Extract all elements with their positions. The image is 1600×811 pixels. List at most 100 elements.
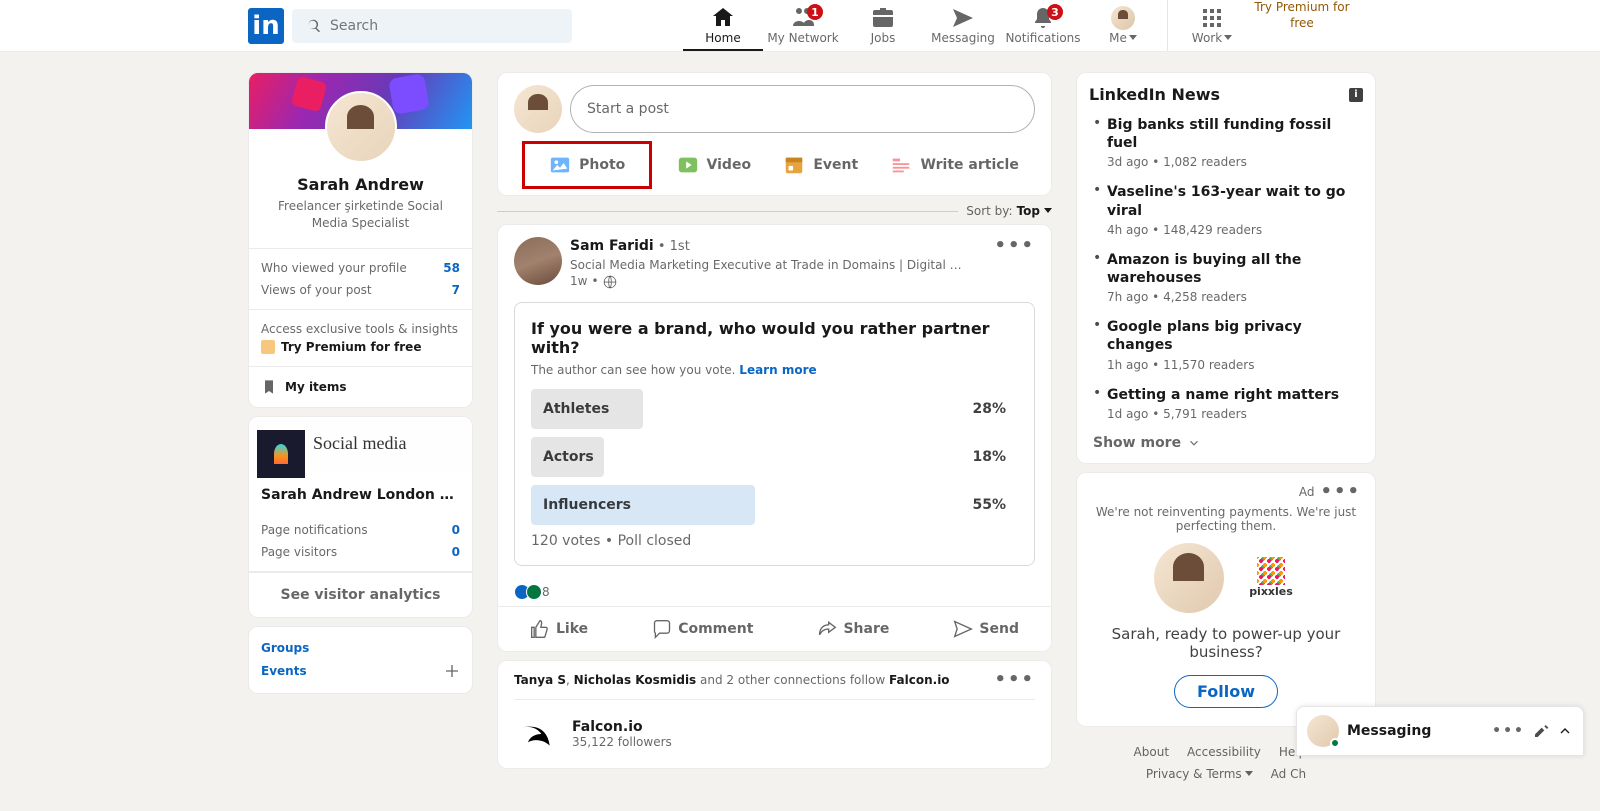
- profile-name[interactable]: Sarah Andrew: [261, 175, 460, 194]
- nav-network[interactable]: 1 My Network: [763, 0, 843, 51]
- news-item[interactable]: Amazon is buying all the warehouses7h ag…: [1089, 247, 1363, 314]
- bookmark-icon: [261, 379, 277, 395]
- news-item[interactable]: Google plans big privacy changes1h ago •…: [1089, 314, 1363, 381]
- send-button[interactable]: Send: [945, 609, 1027, 649]
- dock-avatar: [1307, 715, 1339, 747]
- page-visitors[interactable]: Page visitors0: [249, 541, 472, 563]
- page-cover-text: Social media: [313, 433, 406, 454]
- chevron-up-icon[interactable]: [1557, 723, 1573, 739]
- comment-icon: [652, 619, 672, 639]
- page-card: Social media Sarah Andrew London So... P…: [248, 416, 473, 618]
- composer-video-button[interactable]: Video: [669, 141, 760, 189]
- poll-option[interactable]: Actors18%: [531, 437, 1018, 477]
- my-items-link[interactable]: My items: [249, 367, 472, 407]
- post-menu[interactable]: •••: [994, 237, 1035, 290]
- poll-option[interactable]: Influencers55%: [531, 485, 1018, 525]
- composer-event-button[interactable]: Event: [775, 141, 866, 189]
- home-icon: [711, 6, 735, 30]
- composer-article-button[interactable]: Write article: [882, 141, 1026, 189]
- calendar-icon: [783, 154, 805, 176]
- chevron-down-icon: [1245, 771, 1253, 780]
- composer-avatar[interactable]: [514, 85, 562, 133]
- linkedin-logo[interactable]: in: [248, 8, 284, 44]
- ad-brand-logo: pixxles: [1244, 550, 1299, 605]
- nav-me[interactable]: Me: [1083, 0, 1163, 51]
- start-post-button[interactable]: Start a post: [570, 85, 1035, 133]
- post2-menu[interactable]: •••: [994, 671, 1035, 689]
- falcon-logo[interactable]: [514, 710, 562, 758]
- primary-nav: Home 1 My Network Jobs Messaging 3 Notif…: [683, 0, 1352, 51]
- nav-notifications[interactable]: 3 Notifications: [1003, 0, 1083, 51]
- send-icon: [953, 619, 973, 639]
- nav-work[interactable]: Work: [1172, 0, 1252, 51]
- news-list: Big banks still funding fossil fuel3d ag…: [1089, 112, 1363, 431]
- search-input[interactable]: [292, 9, 572, 43]
- composer-photo-button[interactable]: Photo: [522, 141, 652, 189]
- nav-home[interactable]: Home: [683, 0, 763, 51]
- messaging-dock[interactable]: Messaging •••: [1296, 706, 1584, 756]
- sort-dropdown[interactable]: Top: [1017, 204, 1052, 218]
- globe-icon: [603, 275, 617, 289]
- nav-messaging[interactable]: Messaging: [923, 0, 1003, 51]
- feed-post: Sam Faridi • 1st Social Media Marketing …: [497, 224, 1052, 652]
- poll-footer: 120 votes • Poll closed: [531, 533, 1018, 549]
- nav-jobs[interactable]: Jobs: [843, 0, 923, 51]
- chevron-down-icon: [1044, 208, 1052, 217]
- news-item[interactable]: Getting a name right matters1d ago • 5,7…: [1089, 382, 1363, 431]
- premium-link[interactable]: Try Premium for free: [1252, 0, 1352, 51]
- notifications-badge: 3: [1047, 4, 1063, 20]
- ad-label: Ad: [1299, 485, 1315, 499]
- ad-tagline: We're not reinventing payments. We're ju…: [1091, 505, 1361, 533]
- plus-icon[interactable]: [444, 663, 460, 679]
- profile-subtitle: Freelancer şirketinde Social Media Speci…: [261, 198, 460, 232]
- send-icon: [951, 6, 975, 30]
- news-card: LinkedIn News i Big banks still funding …: [1076, 72, 1376, 464]
- page-cover: Social media: [249, 417, 472, 471]
- ad-user-avatar: [1154, 543, 1224, 613]
- ad-follow-button[interactable]: Follow: [1174, 675, 1278, 708]
- news-title: LinkedIn News: [1089, 85, 1220, 104]
- page-notifications[interactable]: Page notifications0: [249, 519, 472, 541]
- footer-adchoices[interactable]: Ad Ch: [1271, 767, 1306, 781]
- search-icon: [306, 18, 322, 34]
- post-time: 1w •: [570, 273, 986, 290]
- footer-privacy[interactable]: Privacy & Terms: [1146, 767, 1253, 781]
- discover-events[interactable]: Events: [261, 659, 460, 683]
- premium-icon: [261, 340, 275, 354]
- chevron-down-icon: [1129, 35, 1137, 44]
- reactions[interactable]: 8: [514, 578, 1035, 606]
- feed-sort: Sort by: Top: [497, 204, 1052, 218]
- post2-name[interactable]: Falcon.io: [572, 719, 672, 735]
- footer-accessibility[interactable]: Accessibility: [1187, 745, 1261, 759]
- stat-profile-views[interactable]: Who viewed your profile58: [249, 257, 472, 279]
- ad-menu[interactable]: •••: [1320, 483, 1361, 501]
- post-author-avatar[interactable]: [514, 237, 562, 285]
- post-actions: Like Comment Share Send: [498, 606, 1051, 651]
- footer-about[interactable]: About: [1134, 745, 1169, 759]
- poll-question: If you were a brand, who would you rathe…: [531, 319, 1018, 357]
- share-button[interactable]: Share: [809, 609, 897, 649]
- poll-learn-more[interactable]: Learn more: [739, 363, 816, 377]
- premium-upsell[interactable]: Access exclusive tools & insights Try Pr…: [249, 310, 472, 367]
- dock-menu[interactable]: •••: [1492, 724, 1525, 738]
- dock-title: Messaging: [1347, 723, 1484, 739]
- like-button[interactable]: Like: [522, 609, 596, 649]
- news-item[interactable]: Vaseline's 163-year wait to go viral4h a…: [1089, 179, 1363, 246]
- post-author[interactable]: Sam Faridi • 1st: [570, 237, 986, 257]
- see-visitor-analytics[interactable]: See visitor analytics: [249, 572, 472, 617]
- profile-avatar[interactable]: [325, 91, 397, 163]
- news-item[interactable]: Big banks still funding fossil fuel3d ag…: [1089, 112, 1363, 179]
- nav-separator: [1167, 0, 1168, 51]
- presence-indicator: [1330, 738, 1340, 748]
- info-icon[interactable]: i: [1349, 88, 1363, 102]
- me-avatar: [1111, 6, 1135, 30]
- compose-icon[interactable]: [1533, 723, 1549, 739]
- comment-button[interactable]: Comment: [644, 609, 761, 649]
- stat-post-views[interactable]: Views of your post7: [249, 279, 472, 301]
- grid-icon: [1200, 6, 1224, 30]
- search-wrap: [292, 9, 572, 43]
- news-show-more[interactable]: Show more: [1089, 431, 1363, 451]
- discover-card: Groups Events: [248, 626, 473, 694]
- poll-option[interactable]: Athletes28%: [531, 389, 1018, 429]
- discover-groups[interactable]: Groups: [261, 637, 460, 659]
